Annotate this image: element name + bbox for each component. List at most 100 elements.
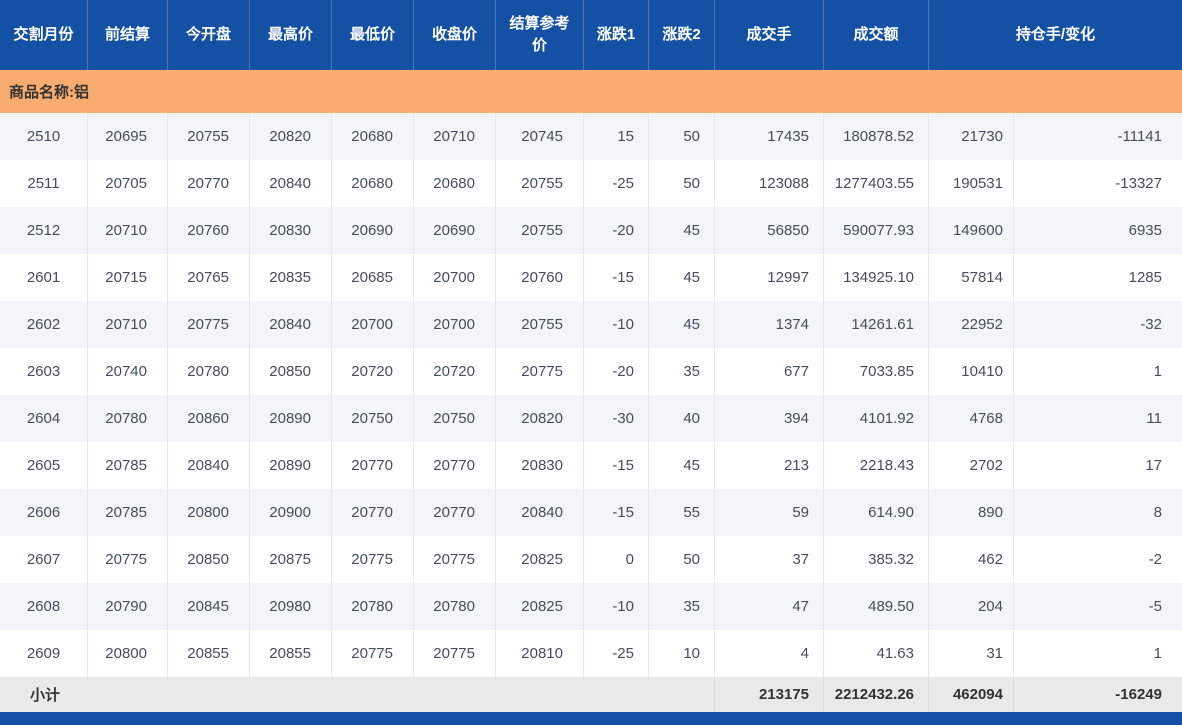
cell-low: 20770	[332, 442, 414, 489]
cell-change2: 40	[649, 395, 715, 442]
cell-open-interest: 462	[929, 536, 1014, 583]
cell-change2: 45	[649, 301, 715, 348]
cell-change1: 0	[584, 536, 649, 583]
quotes-table: 交割月份 前结算 今开盘 最高价 最低价 收盘价 结算参考价 涨跌1 涨跌2 成…	[0, 0, 1182, 725]
cell-low: 20685	[332, 254, 414, 301]
cell-volume: 4	[715, 630, 824, 677]
table-row: 2603 20740 20780 20850 20720 20720 20775…	[0, 348, 1182, 395]
cell-turnover: 4101.92	[824, 395, 929, 442]
cell-prev-settlement: 20710	[88, 301, 168, 348]
cell-oi-change: 6935	[1014, 207, 1182, 254]
table-row: 2604 20780 20860 20890 20750 20750 20820…	[0, 395, 1182, 442]
cell-open-interest: 149600	[929, 207, 1014, 254]
cell-volume: 37	[715, 536, 824, 583]
cell-change2: 45	[649, 207, 715, 254]
cell-high: 20830	[250, 207, 332, 254]
cell-open: 20780	[168, 348, 250, 395]
header-volume: 成交手	[715, 0, 824, 70]
cell-open: 20860	[168, 395, 250, 442]
cell-close: 20720	[414, 348, 496, 395]
cell-delivery-month: 2511	[0, 160, 88, 207]
cell-turnover: 14261.61	[824, 301, 929, 348]
cell-open-interest: 22952	[929, 301, 1014, 348]
table-row: 2602 20710 20775 20840 20700 20700 20755…	[0, 301, 1182, 348]
cell-turnover: 590077.93	[824, 207, 929, 254]
commodity-name-label: 商品名称:铝	[9, 81, 89, 102]
cell-low: 20780	[332, 583, 414, 630]
cell-change1: -25	[584, 630, 649, 677]
cell-change1: -25	[584, 160, 649, 207]
cell-open: 20775	[168, 301, 250, 348]
cell-volume: 17435	[715, 113, 824, 160]
cell-volume: 47	[715, 583, 824, 630]
cell-settlement-ref: 20830	[496, 442, 584, 489]
cell-open: 20800	[168, 489, 250, 536]
cell-low: 20720	[332, 348, 414, 395]
cell-volume: 394	[715, 395, 824, 442]
cell-change1: -10	[584, 583, 649, 630]
cell-volume: 56850	[715, 207, 824, 254]
cell-high: 20835	[250, 254, 332, 301]
subtotal-label: 小计	[0, 677, 715, 712]
header-delivery-month: 交割月份	[0, 0, 88, 70]
cell-settlement-ref: 20810	[496, 630, 584, 677]
cell-change1: -15	[584, 254, 649, 301]
cell-change1: -20	[584, 348, 649, 395]
cell-low: 20680	[332, 160, 414, 207]
cell-close: 20680	[414, 160, 496, 207]
cell-delivery-month: 2607	[0, 536, 88, 583]
cell-oi-change: -13327	[1014, 160, 1182, 207]
cell-open-interest: 21730	[929, 113, 1014, 160]
cell-open-interest: 57814	[929, 254, 1014, 301]
table-row: 2512 20710 20760 20830 20690 20690 20755…	[0, 207, 1182, 254]
cell-low: 20775	[332, 536, 414, 583]
cell-settlement-ref: 20825	[496, 583, 584, 630]
cell-high: 20875	[250, 536, 332, 583]
cell-oi-change: 1285	[1014, 254, 1182, 301]
cell-high: 20840	[250, 160, 332, 207]
header-open: 今开盘	[168, 0, 250, 70]
cell-high: 20980	[250, 583, 332, 630]
cell-change2: 55	[649, 489, 715, 536]
header-high: 最高价	[250, 0, 332, 70]
cell-turnover: 1277403.55	[824, 160, 929, 207]
cell-delivery-month: 2609	[0, 630, 88, 677]
cell-change1: -20	[584, 207, 649, 254]
table-row: 2609 20800 20855 20855 20775 20775 20810…	[0, 630, 1182, 677]
cell-open: 20755	[168, 113, 250, 160]
cell-settlement-ref: 20745	[496, 113, 584, 160]
cell-change2: 10	[649, 630, 715, 677]
cell-oi-change: 11	[1014, 395, 1182, 442]
cell-change1: -15	[584, 489, 649, 536]
table-body: 2510 20695 20755 20820 20680 20710 20745…	[0, 113, 1182, 677]
cell-open: 20840	[168, 442, 250, 489]
cell-close: 20780	[414, 583, 496, 630]
cell-open-interest: 4768	[929, 395, 1014, 442]
header-change2: 涨跌2	[649, 0, 715, 70]
cell-delivery-month: 2606	[0, 489, 88, 536]
cell-high: 20855	[250, 630, 332, 677]
header-settlement-ref: 结算参考价	[496, 0, 584, 70]
cell-prev-settlement: 20740	[88, 348, 168, 395]
header-change1: 涨跌1	[584, 0, 649, 70]
cell-turnover: 7033.85	[824, 348, 929, 395]
cell-close: 20690	[414, 207, 496, 254]
table-row: 2608 20790 20845 20980 20780 20780 20825…	[0, 583, 1182, 630]
cell-close: 20775	[414, 536, 496, 583]
cell-open: 20855	[168, 630, 250, 677]
cell-open: 20850	[168, 536, 250, 583]
cell-high: 20890	[250, 395, 332, 442]
cell-delivery-month: 2512	[0, 207, 88, 254]
cell-delivery-month: 2604	[0, 395, 88, 442]
cell-change2: 45	[649, 442, 715, 489]
cell-open-interest: 10410	[929, 348, 1014, 395]
cell-open-interest: 31	[929, 630, 1014, 677]
cell-change2: 35	[649, 348, 715, 395]
cell-delivery-month: 2510	[0, 113, 88, 160]
cell-prev-settlement: 20790	[88, 583, 168, 630]
cell-volume: 12997	[715, 254, 824, 301]
cell-high: 20900	[250, 489, 332, 536]
cell-settlement-ref: 20840	[496, 489, 584, 536]
header-low: 最低价	[332, 0, 414, 70]
cell-volume: 213	[715, 442, 824, 489]
